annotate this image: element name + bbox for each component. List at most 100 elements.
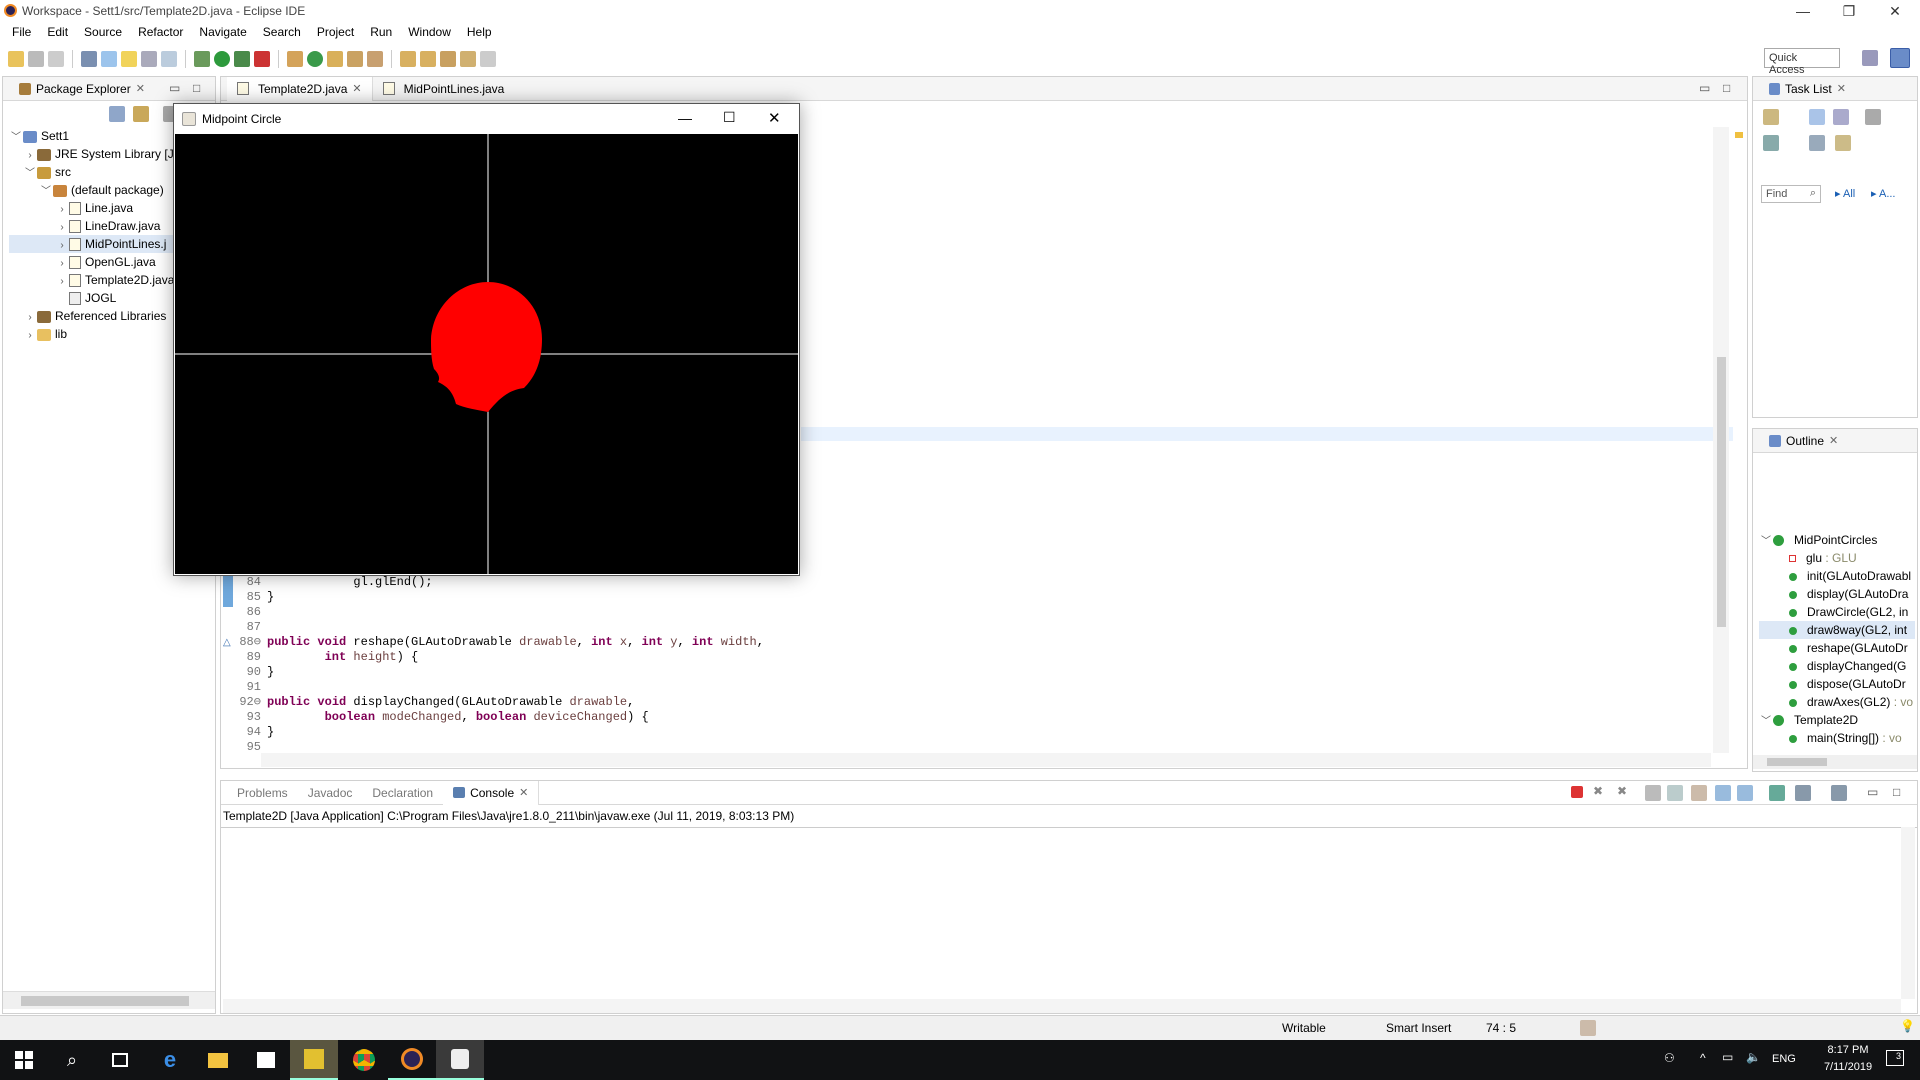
outline-member[interactable]: display(GLAutoDra <box>1759 585 1915 603</box>
collapse-all-icon[interactable] <box>109 106 125 122</box>
java-perspective-icon[interactable] <box>1890 48 1910 68</box>
code-area[interactable]: 84 gl.glEnd(); 85} 86 87 88⊖ public void … <box>229 575 1709 755</box>
pin-console-icon[interactable] <box>1769 785 1785 801</box>
sticky-app-icon[interactable] <box>290 1040 338 1080</box>
new-java-class-icon[interactable] <box>307 51 323 67</box>
java-icon[interactable] <box>436 1040 484 1080</box>
outline-member-selected[interactable]: draw8way(GL2, int <box>1759 621 1915 639</box>
outline-member[interactable]: drawAxes(GL2) : vo <box>1759 693 1915 711</box>
minimize-icon[interactable]: ▭ <box>1699 81 1710 95</box>
windows-start-icon[interactable] <box>0 1040 48 1080</box>
categorized-icon[interactable] <box>1809 109 1825 125</box>
outline-member[interactable]: DrawCircle(GL2, in <box>1759 603 1915 621</box>
close-icon[interactable]: ✕ <box>1837 82 1846 95</box>
file-explorer-icon[interactable] <box>194 1040 242 1080</box>
tab-console[interactable]: Console ✕ <box>443 780 540 805</box>
outline-class[interactable]: ﹀ Template2D <box>1759 711 1915 729</box>
scroll-thumb[interactable] <box>1717 357 1726 627</box>
coverage-icon[interactable] <box>234 51 250 67</box>
lightbulb-icon[interactable]: 💡 <box>1900 1019 1915 1033</box>
store-icon[interactable] <box>242 1040 290 1080</box>
remove-all-icon[interactable]: ✖ <box>1617 784 1627 798</box>
scroll-lock-icon[interactable] <box>1667 785 1683 801</box>
block-select-icon[interactable] <box>141 51 157 67</box>
toggle-mark-icon[interactable] <box>101 51 117 67</box>
external-tools-icon[interactable] <box>254 51 270 67</box>
close-icon[interactable]: ✕ <box>1829 434 1838 447</box>
hide-completed-icon[interactable] <box>1763 135 1779 151</box>
new-task-icon[interactable] <box>1763 109 1779 125</box>
close-button[interactable]: ✕ <box>1872 0 1918 22</box>
save-all-icon[interactable] <box>48 51 64 67</box>
maximize-icon[interactable]: □ <box>1893 785 1900 799</box>
horizontal-scrollbar[interactable] <box>3 991 215 1009</box>
tray-expand-icon[interactable]: ^ <box>1700 1051 1706 1065</box>
volume-icon[interactable]: 🔈 <box>1746 1050 1761 1064</box>
scheduled-icon[interactable] <box>1833 109 1849 125</box>
debug-icon[interactable] <box>194 51 210 67</box>
tab-task-list[interactable]: Task List ✕ <box>1759 77 1856 101</box>
task-filter-activate[interactable]: ▸ A... <box>1871 187 1896 200</box>
menu-project[interactable]: Project <box>309 25 362 39</box>
tab-package-explorer[interactable]: Package Explorer ✕ <box>9 77 155 101</box>
editor-vertical-scrollbar[interactable] <box>1713 127 1729 753</box>
menu-edit[interactable]: Edit <box>39 25 76 39</box>
menu-navigate[interactable]: Navigate <box>191 25 254 39</box>
close-icon[interactable]: ✕ <box>136 82 145 95</box>
close-button[interactable]: ✕ <box>768 109 781 127</box>
menu-file[interactable]: File <box>4 25 39 39</box>
last-edit-icon[interactable] <box>440 51 456 67</box>
tab-template2d[interactable]: Template2D.java ✕ <box>227 76 373 101</box>
back-icon[interactable] <box>460 51 476 67</box>
show-on-error-icon[interactable] <box>1737 785 1753 801</box>
maximize-button[interactable]: ☐ <box>723 109 736 126</box>
menu-source[interactable]: Source <box>76 25 130 39</box>
gl-canvas[interactable] <box>175 134 798 574</box>
language-indicator[interactable]: ENG <box>1772 1053 1796 1065</box>
open-type-icon[interactable] <box>327 51 343 67</box>
skip-breakpoints-icon[interactable] <box>81 51 97 67</box>
outline-horizontal-scrollbar[interactable] <box>1753 755 1917 769</box>
open-perspective-icon[interactable] <box>1862 50 1878 66</box>
maximize-icon[interactable]: □ <box>193 81 200 95</box>
remove-launch-icon[interactable]: ✖ <box>1593 784 1603 798</box>
people-icon[interactable]: ⚇ <box>1664 1051 1675 1065</box>
tab-problems[interactable]: Problems <box>227 781 298 805</box>
chrome-icon[interactable] <box>340 1040 388 1080</box>
clock-date[interactable]: 7/11/2019 <box>1818 1061 1878 1073</box>
minimize-icon[interactable]: ▭ <box>169 81 180 95</box>
word-wrap-icon[interactable] <box>1691 785 1707 801</box>
outline-member[interactable]: init(GLAutoDrawabl <box>1759 567 1915 585</box>
clear-console-icon[interactable] <box>1645 785 1661 801</box>
link-with-editor-icon[interactable] <box>133 106 149 122</box>
display-console-icon[interactable] <box>1795 785 1811 801</box>
prev-annotation-icon[interactable] <box>420 51 436 67</box>
outline-member[interactable]: displayChanged(G <box>1759 657 1915 675</box>
menu-window[interactable]: Window <box>400 25 459 39</box>
menu-search[interactable]: Search <box>255 25 309 39</box>
scroll-thumb[interactable] <box>21 996 189 1006</box>
maximize-button[interactable]: ❐ <box>1826 0 1872 22</box>
menu-refactor[interactable]: Refactor <box>130 25 191 39</box>
network-icon[interactable]: ▭ <box>1722 1050 1733 1064</box>
midpoint-circle-titlebar[interactable]: Midpoint Circle — ☐ ✕ <box>174 104 799 134</box>
edge-icon[interactable]: e <box>146 1040 194 1080</box>
focus-icon[interactable] <box>1865 109 1881 125</box>
outline-member[interactable]: dispose(GLAutoDr <box>1759 675 1915 693</box>
task-view-icon[interactable] <box>96 1040 144 1080</box>
next-annotation-icon[interactable] <box>400 51 416 67</box>
search-icon[interactable] <box>367 51 383 67</box>
synchronize-icon[interactable] <box>1835 135 1851 151</box>
close-icon[interactable]: ✕ <box>519 786 528 799</box>
minimize-icon[interactable]: ▭ <box>1867 785 1878 799</box>
task-find-input[interactable]: Find ⌕ <box>1761 185 1821 203</box>
minimize-button[interactable]: — <box>1780 0 1826 22</box>
forward-icon[interactable] <box>480 51 496 67</box>
scroll-thumb[interactable] <box>1767 758 1827 766</box>
outline-member[interactable]: glu : GLU <box>1759 549 1915 567</box>
console-vertical-scrollbar[interactable] <box>1901 827 1915 999</box>
show-whitespace-icon[interactable] <box>161 51 177 67</box>
tab-javadoc[interactable]: Javadoc <box>298 781 363 805</box>
highlight-icon[interactable] <box>121 51 137 67</box>
maximize-icon[interactable]: □ <box>1723 81 1730 95</box>
